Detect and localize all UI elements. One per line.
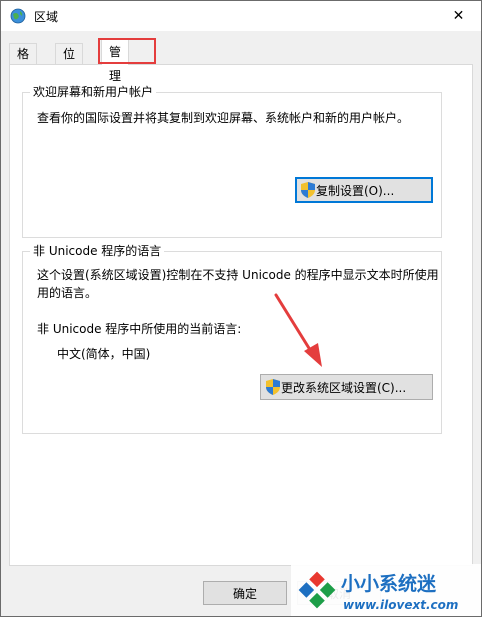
non-unicode-group: 非 Unicode 程序的语言 这个设置(系统区域设置)控制在不支持 Unico…: [22, 244, 442, 434]
ok-button[interactable]: 确定: [203, 581, 287, 605]
group-title: 非 Unicode 程序的语言: [30, 244, 165, 258]
welcome-screen-group: 欢迎屏幕和新用户帐户 查看你的国际设置并将其复制到欢迎屏幕、系统帐户和新的用户帐…: [22, 85, 442, 238]
change-system-locale-button[interactable]: 更改系统区域设置(C)...: [260, 374, 433, 400]
close-button[interactable]: ✕: [436, 1, 481, 31]
current-language-label: 非 Unicode 程序中所使用的当前语言:: [37, 322, 242, 336]
button-label: 更改系统区域设置(C)...: [281, 380, 407, 395]
watermark-logo: 小小系统迷 www.ilovext.com: [291, 564, 481, 616]
tab-administrative[interactable]: 管理: [101, 39, 130, 83]
title-bar[interactable]: 区域 ✕: [1, 1, 481, 31]
uac-shield-icon: [301, 182, 315, 198]
group-description-line1: 这个设置(系统区域设置)控制在不支持 Unicode 的程序中显示文本时所使用: [37, 268, 439, 282]
tab-format[interactable]: 格式: [9, 43, 38, 81]
group-description-line2: 用的语言。: [37, 286, 98, 300]
region-dialog: 区域 ✕ 格式 位置 管理 欢迎屏幕和新用户帐户 查看你的国际设置并将其复制到欢…: [0, 0, 482, 617]
close-icon: ✕: [452, 8, 465, 24]
globe-icon: [10, 8, 26, 24]
group-description: 查看你的国际设置并将其复制到欢迎屏幕、系统帐户和新的用户帐户。: [37, 111, 410, 125]
button-label: 复制设置(O)...: [316, 183, 395, 198]
current-language-value: 中文(简体，中国): [57, 347, 151, 361]
watermark-brand: 小小系统迷: [341, 572, 437, 595]
group-title: 欢迎屏幕和新用户帐户: [30, 85, 157, 99]
window-title: 区域: [34, 10, 59, 24]
copy-settings-button[interactable]: 复制设置(O)...: [295, 177, 433, 203]
tab-location[interactable]: 位置: [55, 43, 84, 81]
watermark-url: www.ilovext.com: [343, 598, 458, 612]
uac-shield-icon: [266, 379, 280, 395]
tab-panel-administrative: 欢迎屏幕和新用户帐户 查看你的国际设置并将其复制到欢迎屏幕、系统帐户和新的用户帐…: [9, 64, 473, 566]
